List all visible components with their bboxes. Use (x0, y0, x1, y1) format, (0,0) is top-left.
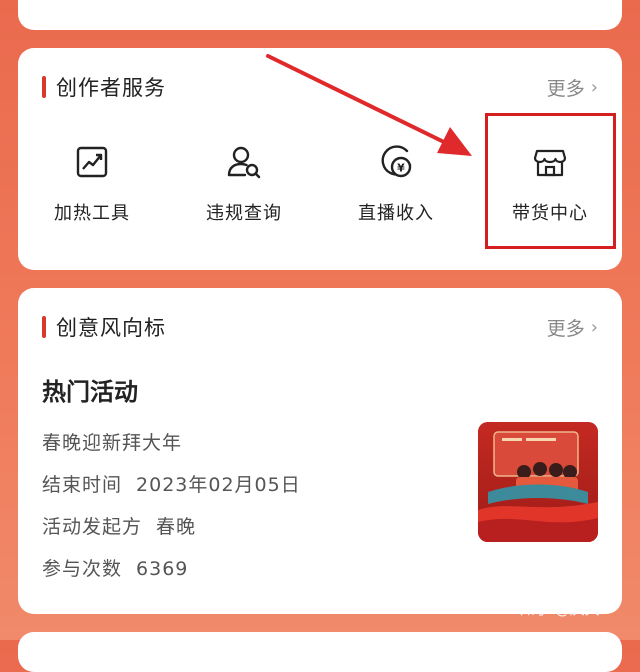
end-time-label: 结束时间 (42, 474, 123, 496)
svg-text:¥: ¥ (397, 162, 405, 175)
activity-participation: 参与次数 6369 (42, 554, 188, 581)
chevron-right-icon: › (590, 77, 598, 98)
service-label: 违规查询 (206, 203, 282, 224)
more-label: 更多 (546, 318, 585, 340)
activity-thumbnail-image (478, 422, 598, 542)
chevron-right-icon: › (590, 317, 598, 338)
service-label: 直播收入 (358, 203, 434, 224)
annotation-highlight-box (485, 113, 616, 249)
hot-activity-heading: 热门活动 (42, 378, 138, 406)
more-link[interactable]: 更多 › (547, 314, 598, 341)
activity-organizer: 活动发起方 春晚 (42, 512, 196, 539)
more-label: 更多 (546, 78, 585, 100)
accent-bar (42, 76, 46, 98)
organizer-label: 活动发起方 (42, 516, 143, 538)
more-link[interactable]: 更多 › (547, 74, 598, 101)
user-search-icon (227, 146, 261, 179)
trending-chart-icon (76, 146, 108, 178)
participation-label: 参与次数 (42, 558, 123, 580)
top-card-partial (18, 0, 622, 30)
creator-services-header: 创作者服务 (42, 72, 166, 102)
service-item-heat-tool[interactable]: 加热工具 (22, 143, 162, 225)
service-item-live-income[interactable]: ¥ 直播收入 (326, 143, 466, 225)
creative-trends-header: 创意风向标 (42, 312, 166, 342)
activity-name-text: 春晚迎新拜大年 (42, 432, 183, 454)
activity-end-time: 结束时间 2023年02月05日 (42, 470, 301, 497)
section-title: 创作者服务 (56, 76, 166, 100)
end-time-value: 2023年02月05日 (136, 474, 301, 496)
service-item-violation-query[interactable]: 违规查询 (174, 143, 314, 225)
creative-trends-card: 创意风向标 更多 › 热门活动 春晚迎新拜大年 结束时间 2023年02月05日 … (18, 288, 622, 614)
section-title: 创意风向标 (56, 316, 166, 340)
coin-yuan-icon: ¥ (381, 145, 412, 178)
watermark: 知乎 @庆天 (520, 600, 600, 618)
participation-value: 6369 (136, 558, 189, 580)
activity-name[interactable]: 春晚迎新拜大年 (42, 428, 182, 455)
bottom-card-partial (18, 632, 622, 672)
activity-thumbnail[interactable] (478, 422, 598, 542)
service-label: 加热工具 (54, 203, 130, 224)
organizer-value: 春晚 (156, 516, 197, 538)
accent-bar (42, 316, 46, 338)
